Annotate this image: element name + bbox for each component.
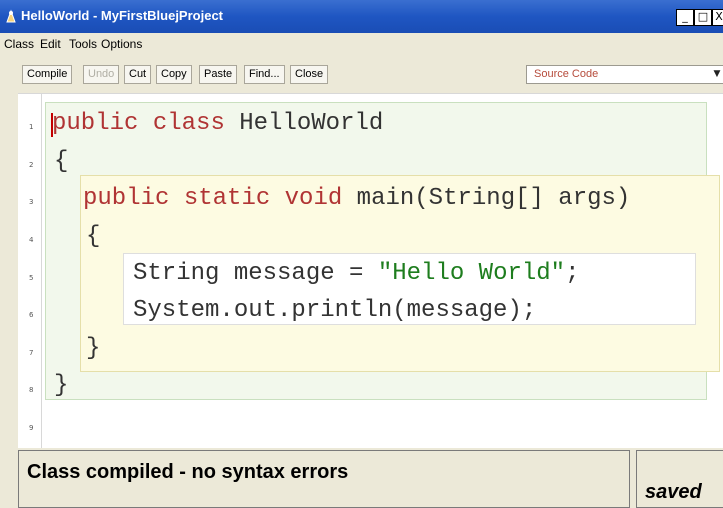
compile-button[interactable]: Compile xyxy=(22,65,73,84)
cut-button[interactable]: Cut xyxy=(124,65,152,84)
close-window-button[interactable]: X xyxy=(712,9,723,26)
window-title: HelloWorld - MyFirstBluejProject xyxy=(21,8,224,23)
view-selector-value: Source Code xyxy=(534,68,599,80)
line-number: 1 xyxy=(29,123,34,131)
code-line-1: public class HelloWorld xyxy=(52,110,383,137)
status-message-panel: Class compiled - no syntax errors xyxy=(18,450,630,508)
keyword: void xyxy=(284,185,343,212)
code-line-6: System.out.println(message); xyxy=(133,297,537,324)
toolbar: Compile Undo Cut Copy Paste Find... Clos… xyxy=(0,55,723,93)
keyword: public xyxy=(52,110,139,137)
menu-bar: Class Edit Tools Options xyxy=(0,33,723,55)
line-number: 5 xyxy=(29,274,34,282)
saved-indicator: saved xyxy=(645,481,702,503)
minimize-button[interactable]: _ xyxy=(676,9,694,26)
code-editor[interactable]: 1 2 3 4 5 6 7 8 9 public class HelloWorl… xyxy=(18,93,723,448)
bluej-app-icon xyxy=(6,9,16,23)
paste-button[interactable]: Paste xyxy=(199,65,238,84)
undo-button[interactable]: Undo xyxy=(83,65,120,84)
code-line-2: { xyxy=(54,148,69,175)
menu-tools[interactable]: Tools xyxy=(69,37,97,51)
menu-edit[interactable]: Edit xyxy=(40,37,61,51)
menu-options[interactable]: Options xyxy=(101,37,142,51)
title-bar[interactable]: HelloWorld - MyFirstBluejProject _ □ X xyxy=(0,0,723,33)
line-number: 4 xyxy=(29,236,34,244)
method-signature: main(String[] args) xyxy=(342,185,631,212)
line-number: 7 xyxy=(29,349,34,357)
code-line-3: public static void main(String[] args) xyxy=(83,185,630,212)
line-number: 3 xyxy=(29,198,34,206)
keyword: class xyxy=(152,110,225,137)
maximize-button[interactable]: □ xyxy=(694,9,712,26)
copy-button[interactable]: Copy xyxy=(156,65,192,84)
find-button[interactable]: Find... xyxy=(244,65,285,84)
keyword: public xyxy=(83,185,170,212)
code-line-4: { xyxy=(86,223,101,250)
line-number: 8 xyxy=(29,386,34,394)
bluej-editor-window: HelloWorld - MyFirstBluejProject _ □ X C… xyxy=(0,0,723,508)
line-number: 9 xyxy=(29,424,34,432)
saved-status-panel: saved xyxy=(636,450,723,508)
code-text: String message = xyxy=(133,260,378,287)
class-name: HelloWorld xyxy=(224,110,384,137)
line-number-gutter: 1 2 3 4 5 6 7 8 9 xyxy=(18,94,42,448)
left-margin xyxy=(0,93,18,508)
keyword: static xyxy=(183,185,271,212)
string-literal: "Hello World" xyxy=(377,260,566,287)
status-message: Class compiled - no syntax errors xyxy=(27,461,349,483)
line-number: 2 xyxy=(29,161,34,169)
code-text: ; xyxy=(565,260,580,287)
code-line-7: } xyxy=(86,335,101,362)
code-line-5: String message = "Hello World"; xyxy=(133,260,579,287)
line-number: 6 xyxy=(29,311,34,319)
close-button[interactable]: Close xyxy=(290,65,329,84)
chevron-down-icon[interactable]: ▼ xyxy=(708,66,723,83)
code-line-8: } xyxy=(54,372,69,399)
view-selector[interactable]: Source Code ▼ xyxy=(526,65,723,84)
menu-class[interactable]: Class xyxy=(4,37,34,51)
